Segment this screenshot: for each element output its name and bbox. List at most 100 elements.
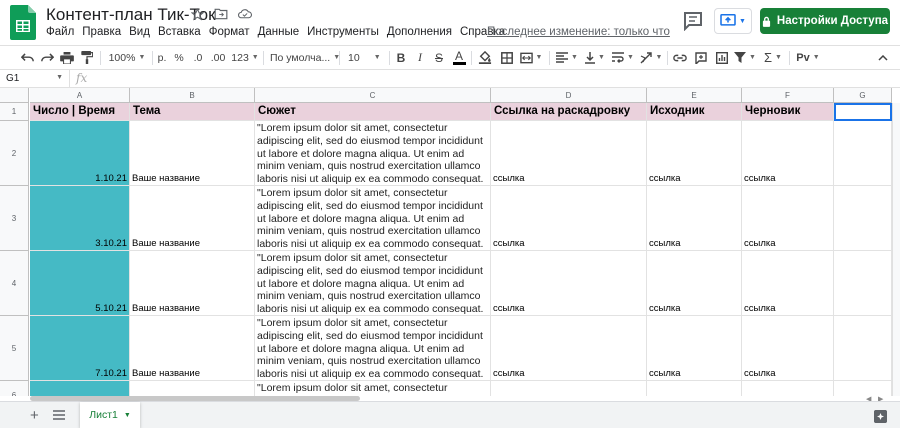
header-cell[interactable]: Сюжет bbox=[255, 103, 491, 121]
menu-file[interactable]: Файл bbox=[42, 26, 78, 38]
empty-cell[interactable] bbox=[834, 186, 892, 251]
empty-cell[interactable] bbox=[834, 251, 892, 316]
currency-format-button[interactable]: р. bbox=[155, 46, 169, 69]
comment-history-icon[interactable] bbox=[682, 11, 704, 31]
sheets-logo-icon[interactable] bbox=[10, 5, 36, 40]
date-cell[interactable]: 7.10.21 bbox=[30, 316, 130, 381]
source-cell[interactable]: ссылка bbox=[647, 251, 742, 316]
formula-input[interactable] bbox=[96, 70, 896, 87]
increase-decimal-button[interactable]: .00 bbox=[208, 46, 228, 69]
percent-format-button[interactable]: % bbox=[172, 46, 186, 69]
input-tools-button[interactable]: Рv ▼ bbox=[794, 46, 822, 69]
present-button[interactable]: ▼ bbox=[714, 8, 752, 34]
more-formats-select[interactable]: 123 ▼ bbox=[230, 46, 260, 69]
topic-cell[interactable]: Ваше название bbox=[130, 251, 255, 316]
plot-cell[interactable]: "Lorem ipsum dolor sit amet, consectetur… bbox=[255, 251, 491, 316]
name-box[interactable]: G1 ▼ bbox=[0, 70, 70, 87]
menu-tools[interactable]: Инструменты bbox=[303, 26, 383, 38]
all-sheets-icon[interactable] bbox=[53, 409, 65, 421]
topic-cell[interactable] bbox=[130, 381, 255, 396]
row-header-5[interactable]: 5 bbox=[0, 316, 29, 381]
empty-cell[interactable] bbox=[834, 381, 892, 396]
strikethrough-button[interactable]: S bbox=[431, 46, 447, 69]
row-header-1[interactable]: 1 bbox=[0, 103, 29, 121]
source-cell[interactable]: ссылка bbox=[647, 316, 742, 381]
share-button[interactable]: Настройки Доступа bbox=[760, 8, 890, 34]
row-header-6[interactable]: 6 bbox=[0, 381, 29, 396]
functions-button[interactable]: Σ ▼ bbox=[760, 46, 786, 69]
insert-chart-icon[interactable] bbox=[713, 46, 731, 69]
column-header-a[interactable]: A bbox=[30, 88, 130, 103]
column-header-b[interactable]: B bbox=[130, 88, 255, 103]
select-all-corner[interactable] bbox=[0, 88, 29, 103]
date-cell[interactable]: 5.10.21 bbox=[30, 251, 130, 316]
column-header-c[interactable]: C bbox=[255, 88, 491, 103]
date-cell[interactable] bbox=[30, 381, 130, 396]
storyboard-link-cell[interactable]: ссылка bbox=[491, 121, 647, 186]
plot-cell[interactable]: "Lorem ipsum dolor sit amet, consectetur… bbox=[255, 186, 491, 251]
row-header-4[interactable]: 4 bbox=[0, 251, 29, 316]
filter-icon[interactable]: ▼ bbox=[732, 46, 758, 69]
bold-button[interactable]: B bbox=[393, 46, 409, 69]
menu-addons[interactable]: Дополнения bbox=[383, 26, 456, 38]
menu-insert[interactable]: Вставка bbox=[154, 26, 205, 38]
storyboard-link-cell[interactable]: ссылка bbox=[491, 251, 647, 316]
fill-color-icon[interactable] bbox=[476, 46, 494, 69]
italic-button[interactable]: I bbox=[412, 46, 428, 69]
column-header-d[interactable]: D bbox=[491, 88, 647, 103]
storyboard-link-cell[interactable]: ссылка bbox=[491, 186, 647, 251]
column-header-g[interactable]: G bbox=[834, 88, 892, 103]
header-cell[interactable]: Ссылка на раскадровку bbox=[491, 103, 647, 121]
menu-format[interactable]: Формат bbox=[205, 26, 254, 38]
plot-cell[interactable]: "Lorem ipsum dolor sit amet, consectetur… bbox=[255, 121, 491, 186]
header-cell[interactable]: Исходник bbox=[647, 103, 742, 121]
add-sheet-icon[interactable]: + bbox=[30, 407, 39, 424]
text-rotation-icon[interactable]: ▼ bbox=[638, 46, 664, 69]
empty-cell[interactable] bbox=[834, 121, 892, 186]
source-cell[interactable] bbox=[647, 381, 742, 396]
draft-cell[interactable] bbox=[742, 381, 834, 396]
insert-comment-icon[interactable] bbox=[692, 46, 710, 69]
vertical-align-icon[interactable]: ▼ bbox=[582, 46, 608, 69]
zoom-select[interactable]: 100% ▼ bbox=[104, 46, 150, 69]
menu-view[interactable]: Вид bbox=[125, 26, 154, 38]
source-cell[interactable]: ссылка bbox=[647, 186, 742, 251]
storyboard-link-cell[interactable]: ссылка bbox=[491, 316, 647, 381]
decrease-decimal-button[interactable]: .0 bbox=[190, 46, 206, 69]
insert-link-icon[interactable] bbox=[671, 46, 689, 69]
empty-cell[interactable] bbox=[834, 316, 892, 381]
header-cell[interactable]: Число | Время bbox=[30, 103, 130, 121]
date-cell[interactable]: 3.10.21 bbox=[30, 186, 130, 251]
collapse-toolbar-icon[interactable] bbox=[876, 46, 890, 69]
date-cell[interactable]: 1.10.21 bbox=[30, 121, 130, 186]
topic-cell[interactable]: Ваше название bbox=[130, 121, 255, 186]
explore-icon[interactable] bbox=[874, 410, 887, 423]
menu-data[interactable]: Данные bbox=[254, 26, 304, 38]
column-header-e[interactable]: E bbox=[647, 88, 742, 103]
menu-edit[interactable]: Правка bbox=[78, 26, 125, 38]
topic-cell[interactable]: Ваше название bbox=[130, 316, 255, 381]
move-folder-icon[interactable] bbox=[214, 6, 228, 22]
undo-icon[interactable] bbox=[18, 46, 36, 69]
borders-icon[interactable] bbox=[498, 46, 516, 69]
star-icon[interactable] bbox=[190, 6, 204, 22]
last-edit-link[interactable]: Последнее изменение: только что bbox=[487, 26, 670, 38]
header-cell[interactable]: Тема bbox=[130, 103, 255, 121]
header-cell[interactable]: Черновик bbox=[742, 103, 834, 121]
horizontal-align-icon[interactable]: ▼ bbox=[554, 46, 580, 69]
redo-icon[interactable] bbox=[38, 46, 56, 69]
draft-cell[interactable]: ссылка bbox=[742, 251, 834, 316]
text-wrapping-icon[interactable]: ▼ bbox=[610, 46, 636, 69]
merge-cells-icon[interactable]: ▼ bbox=[518, 46, 544, 69]
font-size-select[interactable]: 10 ▼ bbox=[342, 46, 386, 69]
storyboard-link-cell[interactable] bbox=[491, 381, 647, 396]
source-cell[interactable]: ссылка bbox=[647, 121, 742, 186]
draft-cell[interactable]: ссылка bbox=[742, 121, 834, 186]
column-header-f[interactable]: F bbox=[742, 88, 834, 103]
cloud-status-icon[interactable] bbox=[238, 6, 252, 22]
topic-cell[interactable]: Ваше название bbox=[130, 186, 255, 251]
vertical-scrollbar[interactable] bbox=[892, 103, 900, 396]
sheet-tab[interactable]: Лист1 ▼ bbox=[80, 402, 140, 428]
print-icon[interactable] bbox=[58, 46, 76, 69]
row-header-3[interactable]: 3 bbox=[0, 186, 29, 251]
